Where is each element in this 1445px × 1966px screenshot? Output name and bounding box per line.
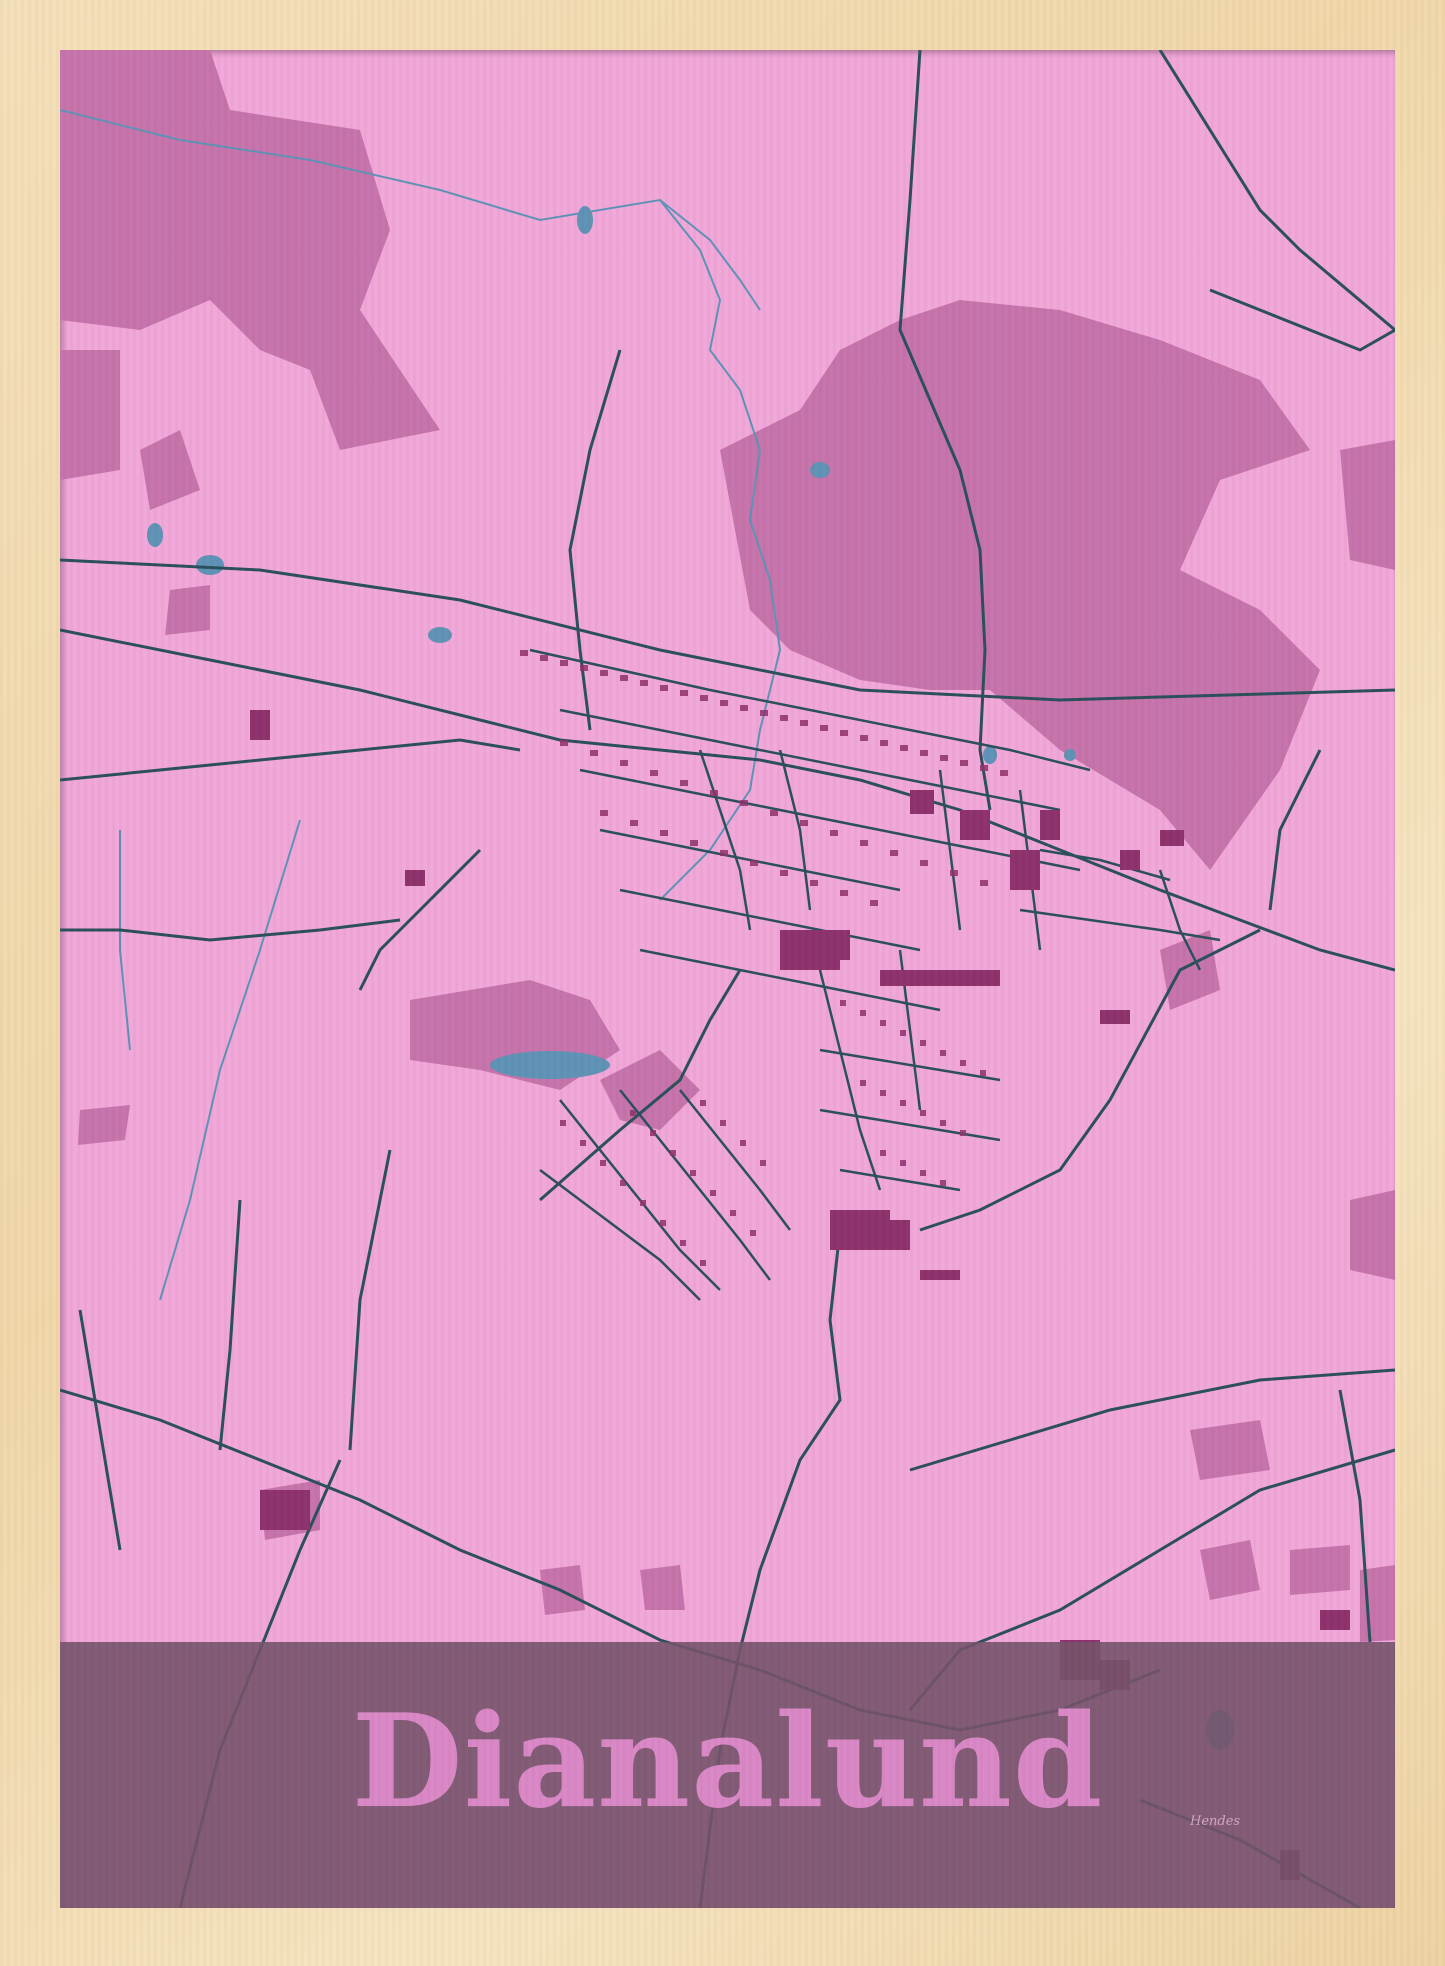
signature: Hendes [1190,1814,1241,1829]
forest-areas [60,50,1395,1642]
map-poster: Dianalund Hendes [60,50,1395,1908]
map-title: Dianalund [351,1687,1104,1837]
map-canvas [60,50,1395,1908]
wooden-frame: Dianalund Hendes [0,0,1445,1966]
